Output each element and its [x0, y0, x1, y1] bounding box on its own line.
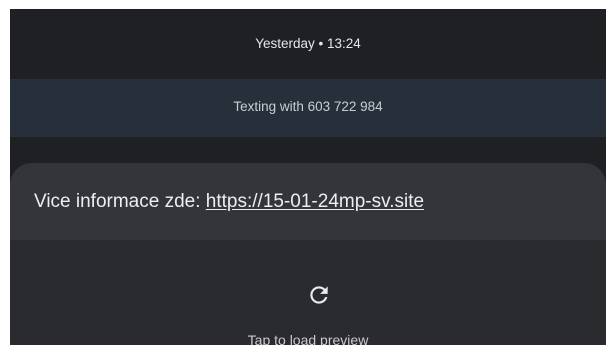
message-bubble[interactable]: Vice informace zde: https://15-01-24mp-s…	[10, 163, 606, 345]
message-text-prefix: Vice informace zde:	[34, 191, 206, 212]
reload-icon[interactable]	[306, 282, 332, 308]
message-timestamp: Yesterday • 13:24	[255, 36, 361, 51]
tap-to-load-preview-label: Tap to load preview	[247, 332, 369, 345]
message-thread: Yesterday • 13:24 Texting with 603 722 9…	[10, 9, 606, 345]
texting-with-label: Texting with 603 722 984	[233, 99, 383, 114]
message-text: Vice informace zde: https://15-01-24mp-s…	[34, 191, 424, 213]
message-link[interactable]: https://15-01-24mp-sv.site	[206, 191, 424, 212]
link-preview-area[interactable]: Tap to load preview	[10, 240, 606, 345]
texting-banner: Texting with 603 722 984	[10, 79, 606, 137]
